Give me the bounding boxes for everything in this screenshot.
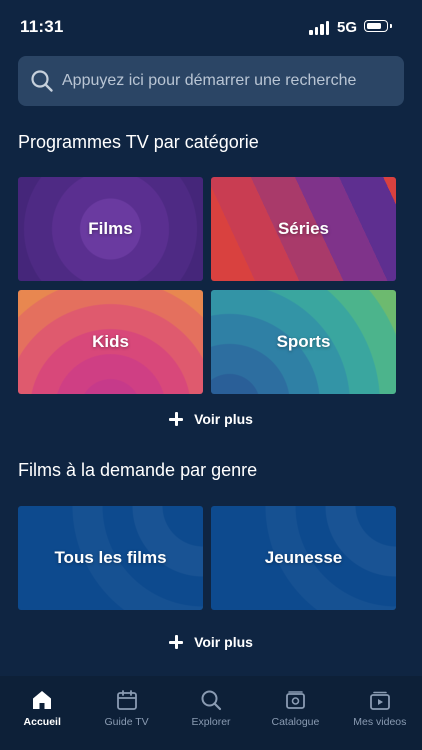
voir-plus-tv-button[interactable]: Voir plus xyxy=(0,405,422,433)
voir-plus-label: Voir plus xyxy=(194,411,253,427)
tile-label: Séries xyxy=(277,219,330,238)
calendar-icon xyxy=(116,690,137,710)
tab-catalogue[interactable]: Catalogue xyxy=(253,676,337,750)
network-type: 5G xyxy=(337,19,358,36)
tile-label: Films xyxy=(88,219,133,238)
tab-label: Explorer xyxy=(191,716,231,728)
voir-plus-label: Voir plus xyxy=(194,634,253,650)
genre-tile-jeunesse[interactable]: Jeunesse xyxy=(211,506,396,610)
tab-guide-tv[interactable]: Guide TV xyxy=(84,676,168,750)
tab-accueil[interactable]: Accueil xyxy=(0,676,84,750)
search-bar[interactable]: Appuyez ici pour démarrer une recherche xyxy=(18,56,404,106)
status-time: 11:31 xyxy=(20,17,64,36)
video-library-icon xyxy=(369,691,390,710)
search-icon xyxy=(201,690,222,711)
voir-plus-vod-button[interactable]: Voir plus xyxy=(0,628,422,656)
section-title-tv: Programmes TV par catégorie xyxy=(18,132,259,152)
category-tile-sports[interactable]: Sports xyxy=(211,290,396,394)
tab-label: Mes videos xyxy=(353,716,407,728)
tab-explorer[interactable]: Explorer xyxy=(169,676,253,750)
category-tile-films[interactable]: Films xyxy=(18,177,203,281)
plus-icon xyxy=(169,412,184,426)
tab-label: Catalogue xyxy=(271,716,320,728)
catalogue-icon xyxy=(286,691,306,709)
status-bar: 11:31 5G xyxy=(0,0,422,52)
category-tile-kids[interactable]: Kids xyxy=(18,290,203,394)
tab-label: Guide TV xyxy=(104,716,149,728)
search-icon xyxy=(31,70,53,92)
category-tile-series[interactable]: Séries xyxy=(211,177,396,281)
tab-mes-videos[interactable]: Mes videos xyxy=(338,676,422,750)
tile-label: Tous les films xyxy=(54,548,167,567)
home-icon xyxy=(33,691,52,709)
tile-label: Kids xyxy=(92,332,129,351)
section-title-vod: Films à la demande par genre xyxy=(18,460,258,480)
signal-strength-icon xyxy=(309,21,331,35)
search-placeholder: Appuyez ici pour démarrer une recherche xyxy=(62,72,357,89)
tab-bar: Accueil Guide TV Explorer Catalogue Mes … xyxy=(0,676,422,750)
plus-icon xyxy=(169,635,184,649)
genre-tile-tous-les-films[interactable]: Tous les films xyxy=(18,506,203,610)
battery-icon xyxy=(364,20,392,32)
tab-label: Accueil xyxy=(23,716,61,728)
tile-label: Jeunesse xyxy=(264,548,343,567)
tile-label: Sports xyxy=(276,332,331,351)
